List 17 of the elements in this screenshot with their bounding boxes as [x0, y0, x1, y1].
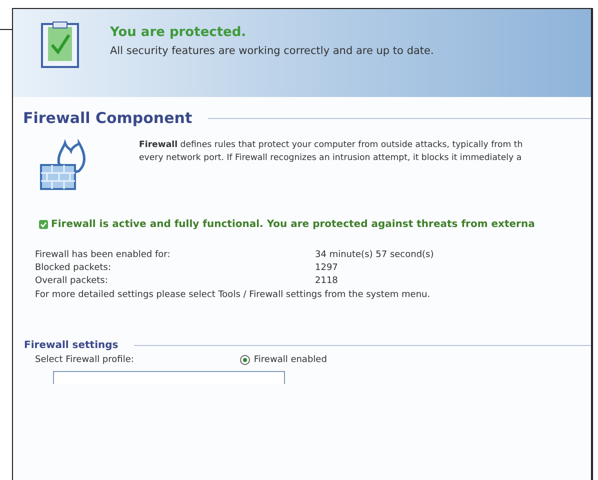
stat-value: 1297	[315, 263, 339, 273]
status-text: Firewall is active and fully functional. You are protected against threats from externa	[51, 219, 535, 230]
stat-value: 2118	[315, 276, 339, 286]
firewall-description: Firewall defines rules that protect your computer from outside attacks, typically from th every network port. If Firewall recognizes an intrusion attempt, it blocks it immediately a	[139, 139, 523, 165]
profile-select[interactable]	[53, 371, 285, 384]
stat-label: Overall packets:	[35, 276, 109, 286]
settings-note: For more detailed settings please select Tools / Firewall settings from the system menu.	[34, 289, 432, 300]
radio-option[interactable]: Firewall enabled	[240, 355, 327, 365]
banner-message: All security features are working correctly and are up to date.	[110, 45, 434, 57]
section-title: Firewall Component	[23, 109, 192, 127]
stat-value: 34 minute(s) 57 second(s)	[315, 250, 435, 260]
stat-label: Firewall has been enabled for:	[35, 250, 172, 260]
stat-label: Blocked packets:	[35, 263, 112, 273]
profile-label: Select Firewall profile:	[35, 355, 134, 365]
banner-title: You are protected.	[110, 25, 248, 40]
section-title: Firewall settings	[24, 340, 118, 351]
clipboard-check-icon	[40, 21, 80, 69]
